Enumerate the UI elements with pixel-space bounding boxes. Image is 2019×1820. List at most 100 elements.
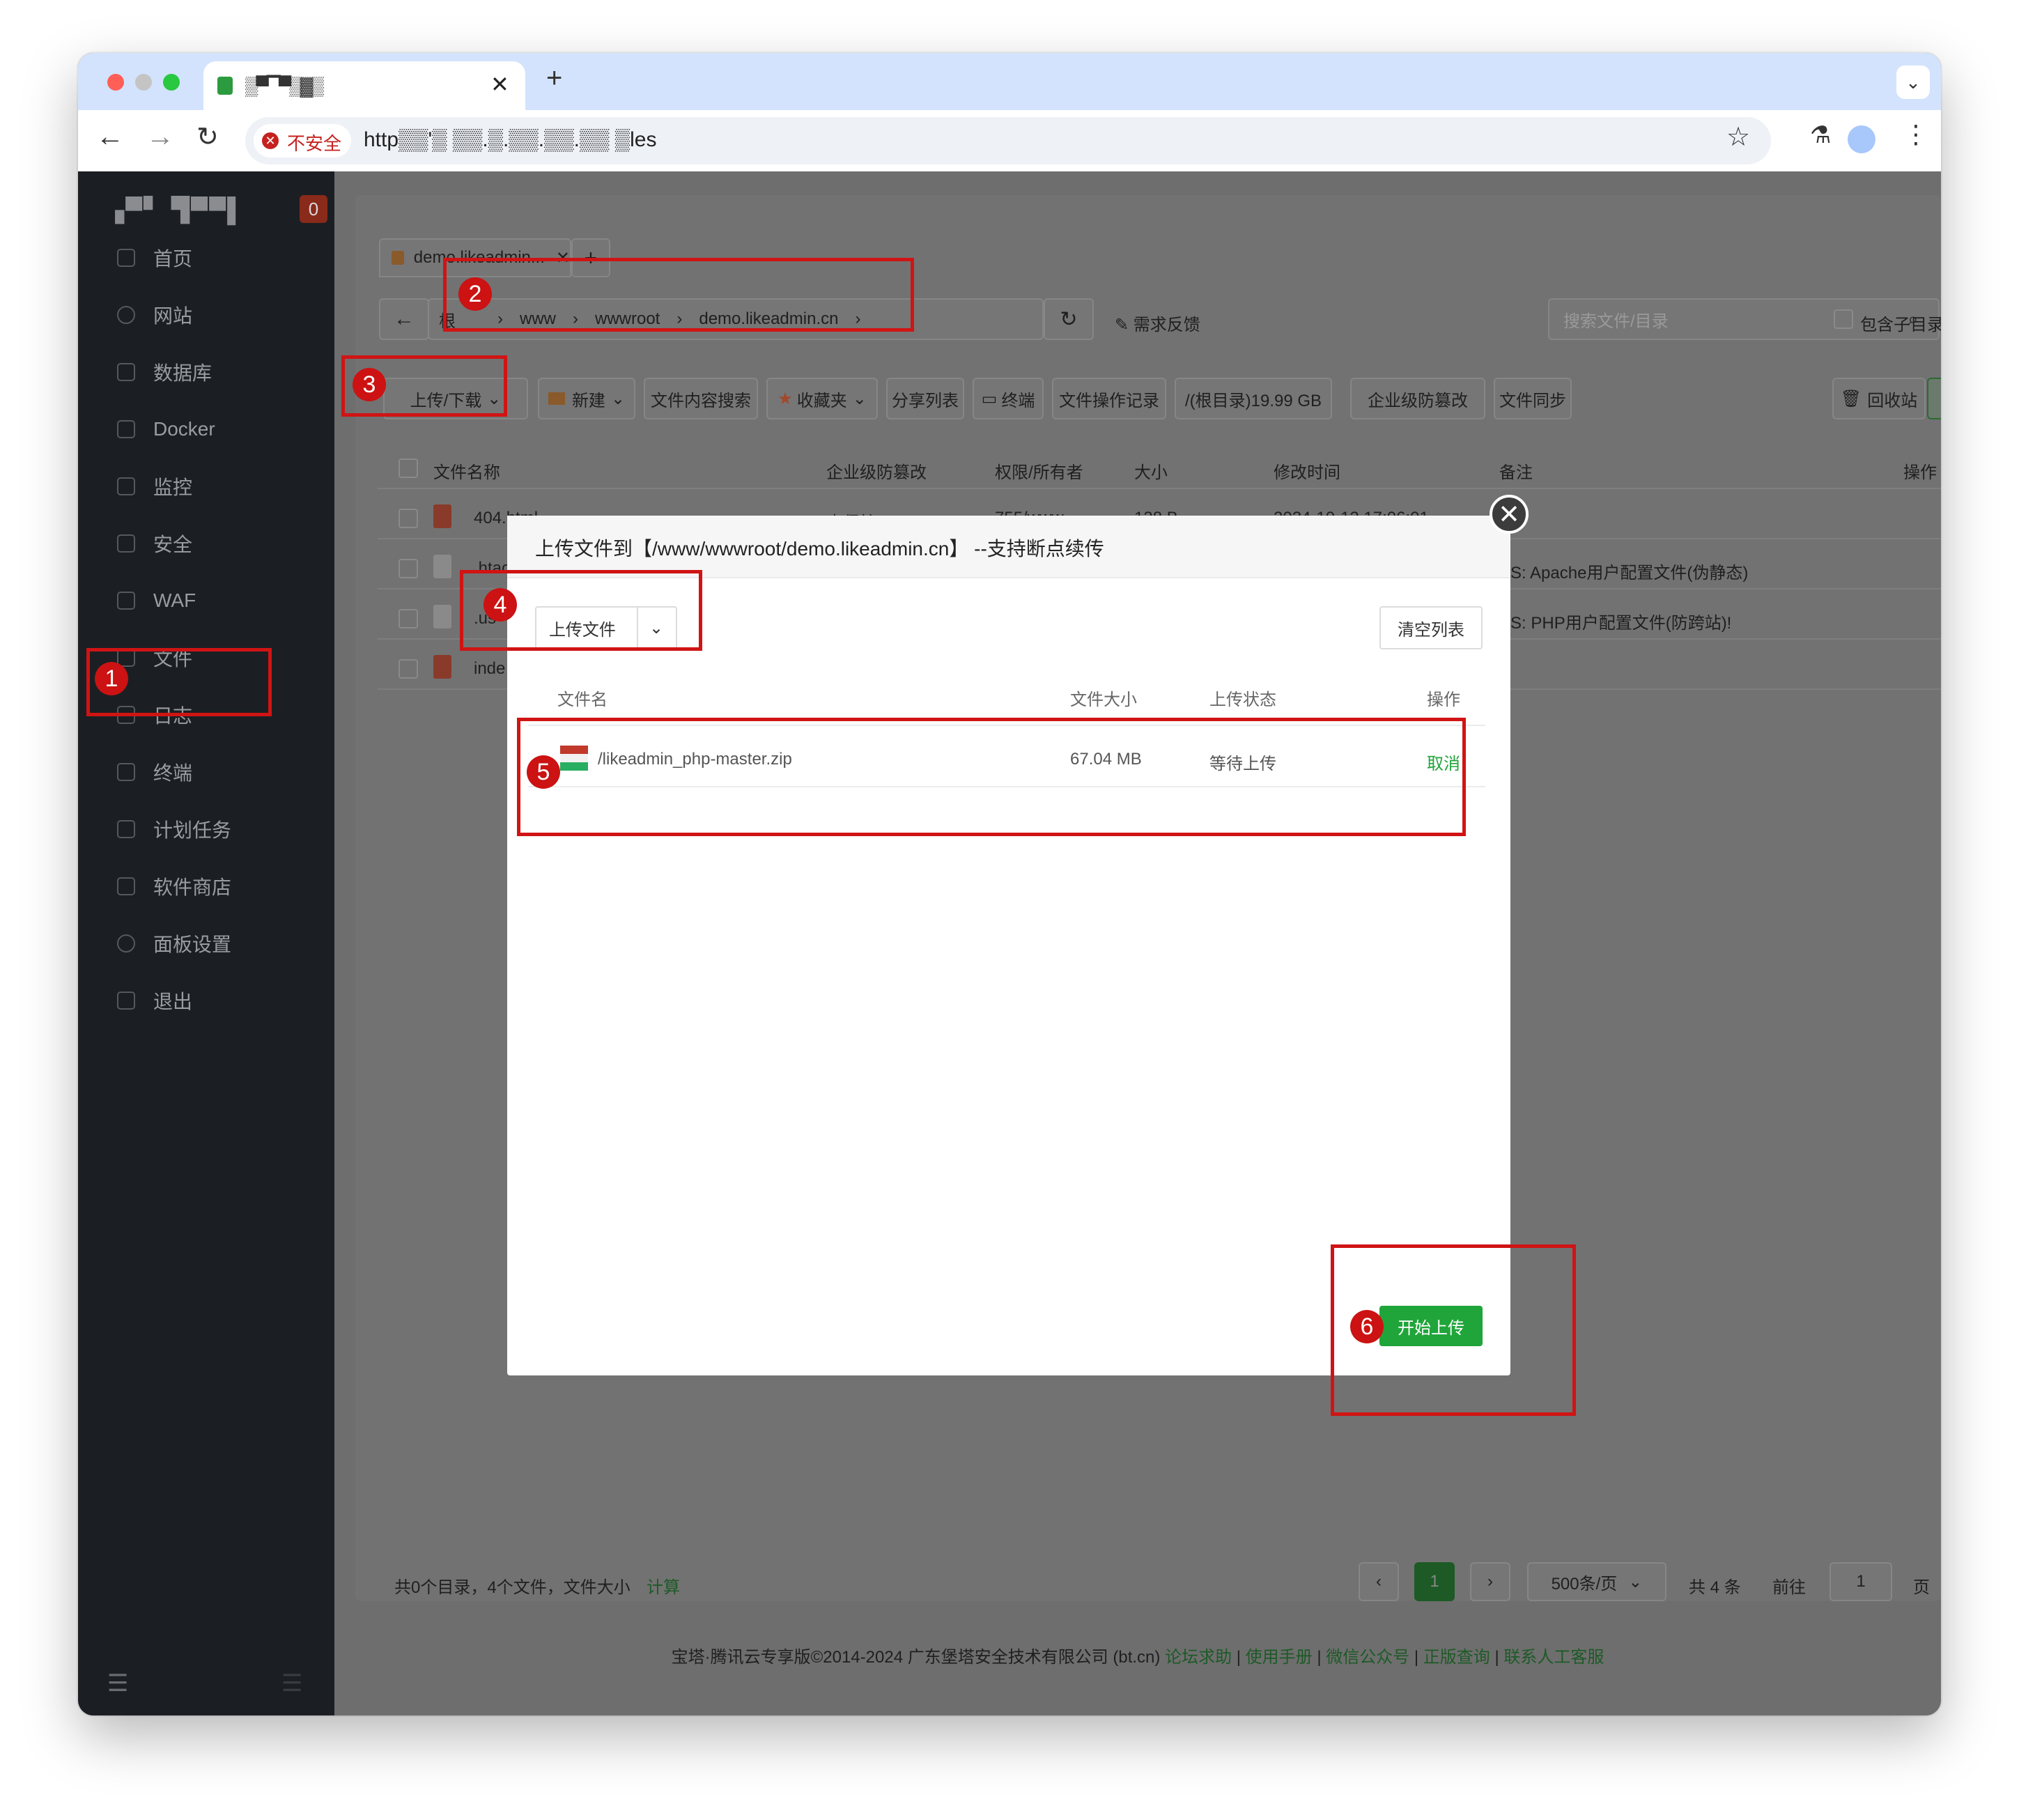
tab-title: ▒▀▔▀▒▓▒ [245,75,324,96]
start-upload-button[interactable]: 开始上传 [1379,1306,1483,1346]
sidebar-item-cron[interactable]: 计划任务 [117,808,231,850]
sidebar-item-home[interactable]: 首页 [117,237,192,279]
file-sync-button[interactable]: 文件同步 [1494,378,1572,419]
sidebar-item-security[interactable]: 安全 [117,523,192,564]
annotation-badge-3: 3 [353,368,386,401]
sidebar-item-waf[interactable]: WAF [117,580,196,622]
row-checkbox[interactable] [399,609,418,628]
log-icon [117,706,135,724]
sidebar-item-logout[interactable]: 退出 [117,980,192,1021]
sidebar-item-store[interactable]: 软件商店 [117,865,231,907]
link-wechat[interactable]: 微信公众号 [1326,1648,1409,1667]
recycle-bin-button[interactable]: 🗑 回收站 [1832,378,1926,419]
col-header-mtime[interactable]: 修改时间 [1274,458,1340,483]
url-text[interactable]: http▒▒'▒ ▒▒.▒.▒▒.▒▒.▒▒ ▒les [364,128,656,152]
minimize-window-button[interactable] [135,74,152,91]
bookmark-star-icon[interactable]: ☆ [1726,121,1750,153]
link-forum[interactable]: 论坛求助 [1165,1648,1232,1667]
new-tab-icon[interactable]: + [546,63,562,94]
cancel-upload-link[interactable]: 取消 [1427,750,1460,774]
tab-file-dir[interactable]: demo.likeadmin... ✕ [379,238,571,277]
calc-size-link[interactable]: 计算 [647,1573,680,1598]
sidebar-item-settings[interactable]: 面板设置 [117,923,231,964]
sidebar-item-label: 安全 [153,534,193,555]
upload-file-button[interactable]: 上传文件 ⌄ [535,606,677,649]
chevron-down-icon[interactable]: ⌄ [636,608,663,648]
search-icon[interactable]: ⌕ [1908,308,1919,331]
operation-log-button[interactable]: 文件操作记录 [1052,378,1166,419]
close-tab-icon[interactable]: ✕ [556,248,570,268]
address-bar[interactable]: ✕ 不安全 http▒▒'▒ ▒▒.▒.▒▒.▒▒.▒▒ ▒les [245,117,1771,164]
menu-list-icon[interactable]: ☰ [281,1669,302,1697]
sidebar-item-docker[interactable]: Docker [117,408,215,450]
row-checkbox[interactable] [399,559,418,578]
close-window-button[interactable] [107,74,124,91]
browser-tab[interactable]: ▒▀▔▀▒▓▒ ✕ [203,61,525,110]
dialog-close-icon[interactable]: ✕ [1490,495,1529,534]
browser-menu-icon[interactable]: ⋮ [1903,120,1928,149]
include-subdir-checkbox[interactable] [1834,309,1853,329]
file-icon [433,605,451,628]
path-back-button[interactable]: ← [379,298,429,340]
refresh-icon[interactable]: ↻ [1044,298,1094,340]
zip-file-icon [560,746,588,771]
breadcrumb-www[interactable]: www [520,309,556,329]
row-checkbox[interactable] [399,659,418,679]
clear-list-button[interactable]: 清空列表 [1379,606,1483,649]
next-page-icon[interactable]: › [1470,1562,1510,1601]
close-tab-icon[interactable]: ✕ [490,71,509,98]
link-support[interactable]: 联系人工客服 [1503,1648,1604,1667]
new-button[interactable]: 新建 ⌄ [538,378,635,419]
sidebar-item-logs[interactable]: 日志 [117,694,192,736]
labs-flask-icon[interactable]: ⚗ [1810,121,1831,149]
terminal-button[interactable]: ▭ 终端 [973,378,1044,419]
notification-badge[interactable]: 0 [300,195,327,223]
terminal-icon [117,763,135,781]
add-tab-button[interactable]: + [571,238,610,277]
col-header-size[interactable]: 大小 [1134,458,1168,483]
profile-avatar-icon[interactable] [1848,125,1875,153]
sidebar-item-database[interactable]: 数据库 [117,351,212,393]
share-list-button[interactable]: 分享列表 [886,378,964,419]
file-name[interactable]: inde [474,659,505,679]
breadcrumb[interactable]: 根 › www › wwwroot › demo.likeadmin.cn › [428,298,1044,340]
list-view-icon[interactable]: ☰ [1927,378,1941,419]
sidebar: ▗▀▘ ▜▀▀▌ 0 首页 网站 数据库 Docker 监控 安全 WAF 文件… [78,171,334,1715]
reload-icon[interactable]: ↻ [196,121,219,153]
breadcrumb-wwwroot[interactable]: wwwroot [595,309,660,329]
col-header-perm: 权限/所有者 [995,463,1083,482]
annotation-badge-2: 2 [458,277,492,311]
row-checkbox[interactable] [399,509,418,528]
page-current[interactable]: 1 [1414,1562,1455,1601]
goto-page-input[interactable]: 1 [1830,1562,1892,1601]
tamper-protection-button[interactable]: 企业级防篡改 [1350,378,1485,419]
per-page-select[interactable]: 500条/页 ⌄ [1527,1562,1666,1601]
select-all-checkbox[interactable] [399,458,418,478]
sidebar-item-terminal[interactable]: 终端 [117,751,192,793]
annotation-badge-4: 4 [484,588,517,622]
col-header-note: 备注 [1499,463,1533,482]
sidebar-item-website[interactable]: 网站 [117,294,192,336]
maximize-window-button[interactable] [163,74,180,91]
forward-arrow-icon[interactable]: → [146,121,174,153]
upload-download-button[interactable]: 上传/下载 ⌄ [383,378,528,419]
sidebar-item-label: 退出 [153,991,193,1012]
disk-info-button[interactable]: /(根目录)19.99 GB [1175,378,1332,419]
prev-page-icon[interactable]: ‹ [1359,1562,1399,1601]
back-arrow-icon[interactable]: ← [96,121,124,153]
collapse-menu-icon[interactable]: ☰ [107,1669,128,1697]
sidebar-item-files[interactable]: 文件 [117,637,192,679]
breadcrumb-root[interactable]: 根 [439,307,456,332]
link-manual[interactable]: 使用手册 [1246,1648,1313,1667]
favorites-button[interactable]: ★ 收藏夹 ⌄ [766,378,878,419]
file-name[interactable]: .htac [474,559,510,578]
sidebar-item-label: Docker [153,418,215,440]
col-header-name[interactable]: 文件名称 [433,458,500,483]
content-search-button[interactable]: 文件内容搜索 [644,378,758,419]
link-license[interactable]: 正版查询 [1423,1648,1490,1667]
breadcrumb-site[interactable]: demo.likeadmin.cn [699,309,838,329]
feedback-link[interactable]: ✎ 需求反馈 [1115,311,1200,335]
sidebar-item-monitor[interactable]: 监控 [117,465,192,507]
tab-list-chevron-icon[interactable]: ⌄ [1896,65,1930,99]
sidebar-item-label: 文件 [153,648,193,670]
